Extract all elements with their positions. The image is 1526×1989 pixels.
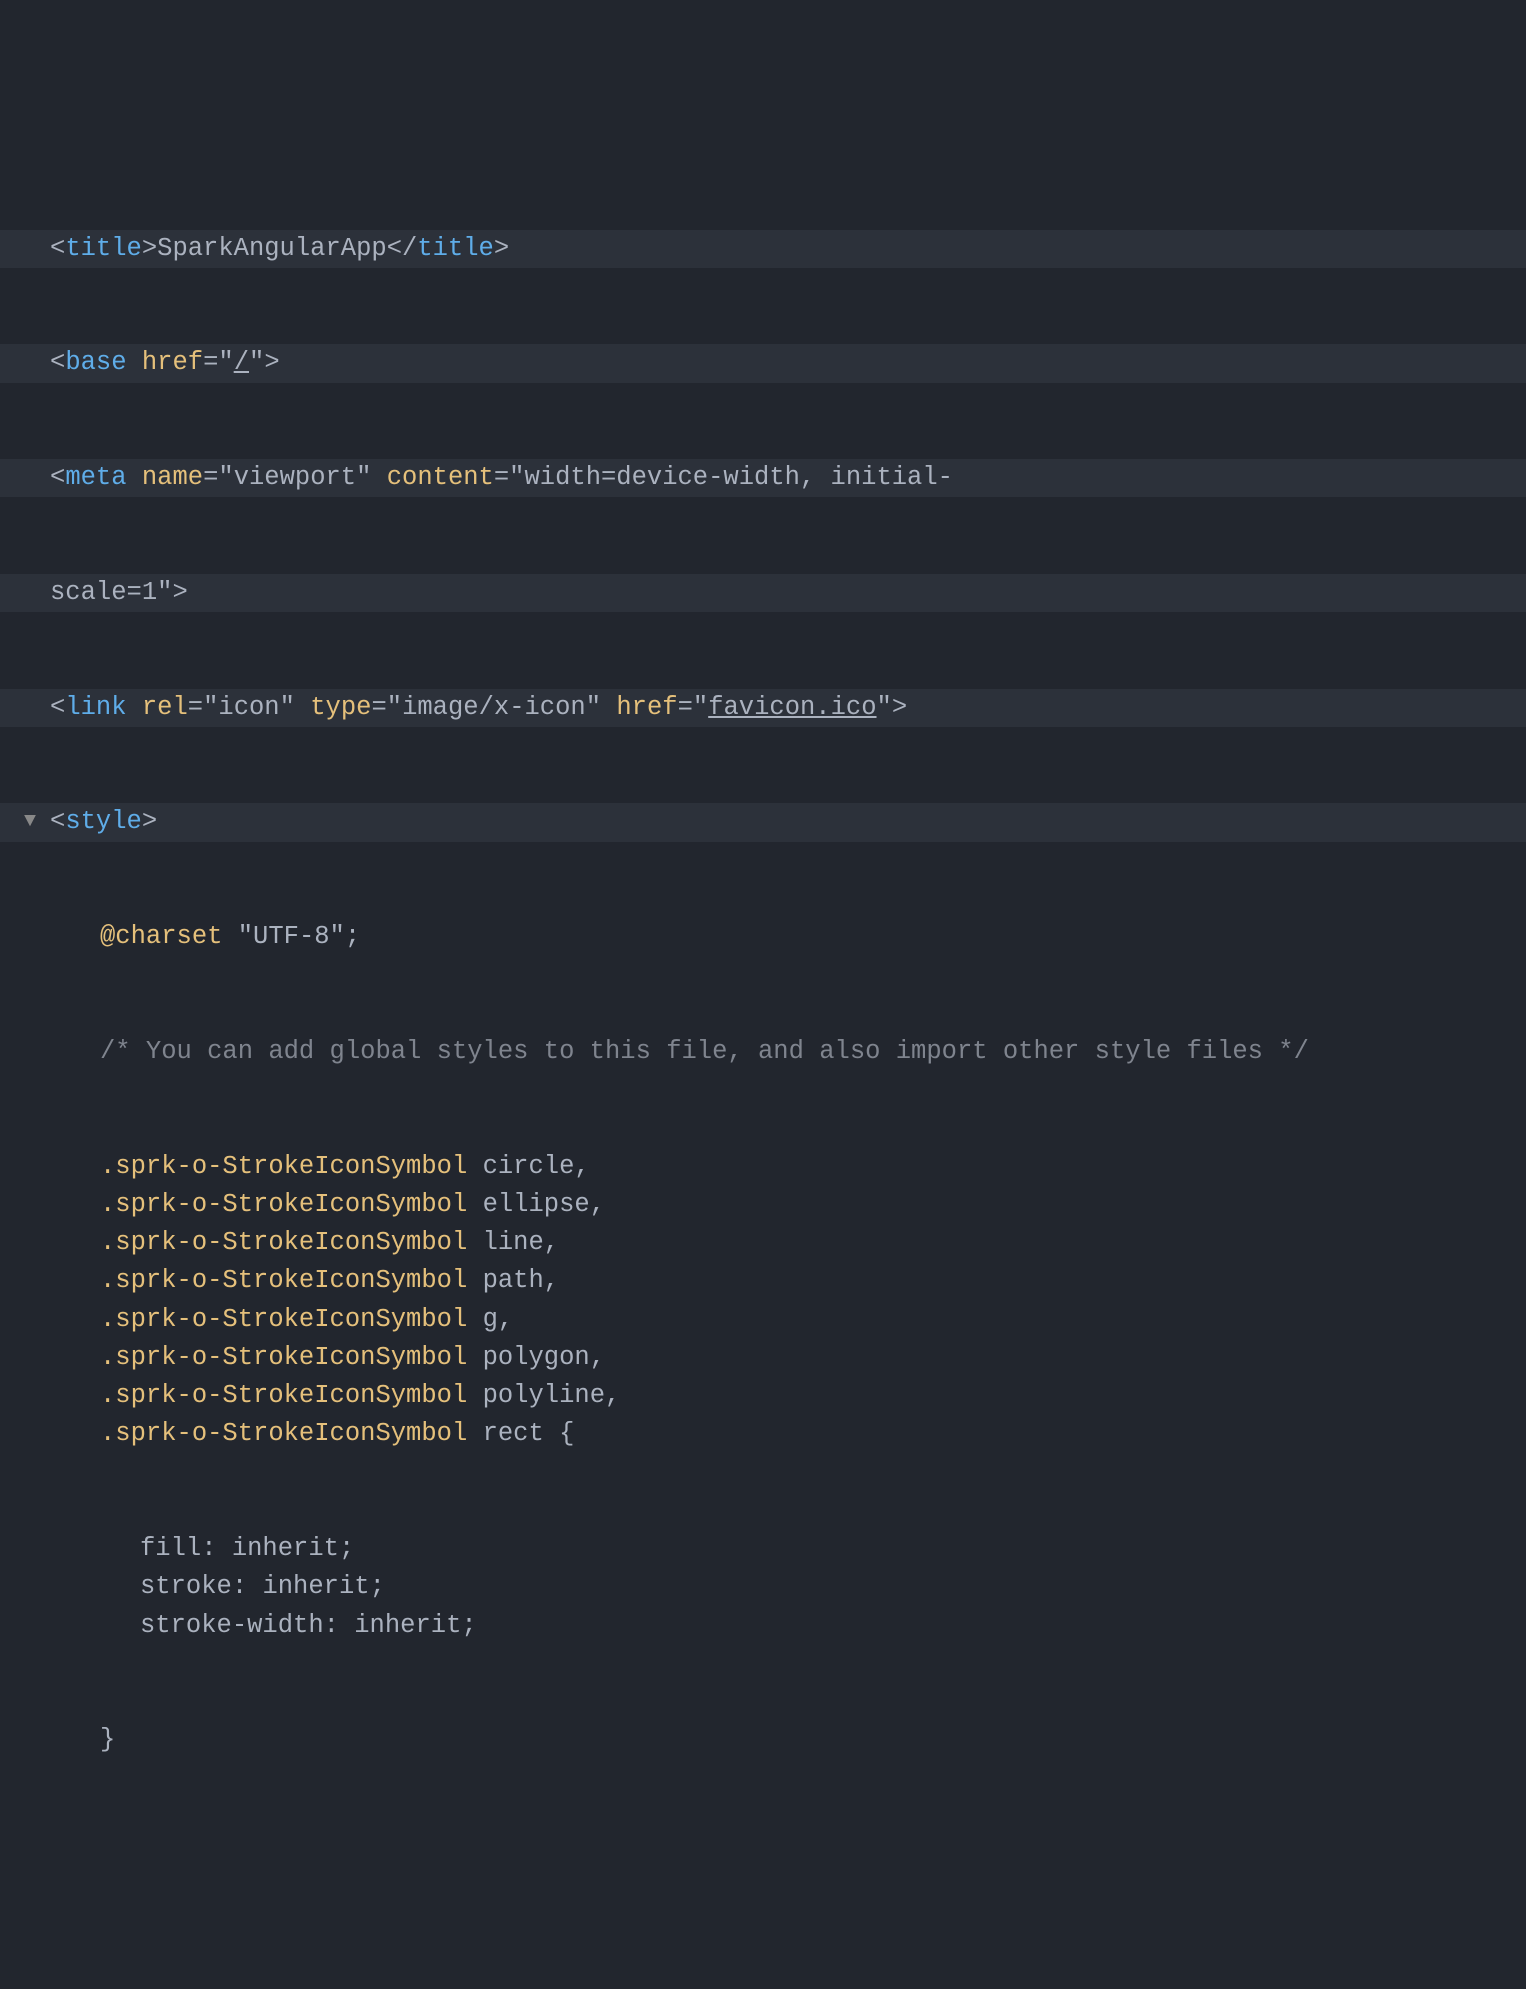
tag-base: base: [65, 348, 126, 377]
css-selector-class: .sprk-o-StrokeIconSymbol: [100, 1266, 467, 1295]
code-line[interactable]: <link rel="icon" type="image/x-icon" hre…: [0, 689, 1526, 727]
css-atrule-value: "UTF-8": [238, 922, 345, 951]
attr-href-value: /: [234, 348, 249, 377]
css-property: stroke: [140, 1572, 232, 1601]
css-selector-element: circle: [483, 1152, 575, 1181]
css-selector-trail: ,: [574, 1152, 589, 1181]
css-selector-class: .sprk-o-StrokeIconSymbol: [100, 1419, 467, 1448]
css-value: inherit: [354, 1611, 461, 1640]
css-selector-class: .sprk-o-StrokeIconSymbol: [100, 1152, 467, 1181]
css-selector-element: line: [483, 1228, 544, 1257]
css-selector-element: g: [483, 1305, 498, 1334]
css-selector-trail: ,: [498, 1305, 513, 1334]
css-selector-element: path: [483, 1266, 544, 1295]
attr-content-value-part2: scale=1: [50, 578, 157, 607]
attr-type: type: [310, 693, 371, 722]
code-line[interactable]: /* You can add global styles to this fil…: [0, 1033, 1526, 1071]
tag-meta: meta: [65, 463, 126, 492]
css-selector-class: .sprk-o-StrokeIconSymbol: [100, 1381, 467, 1410]
attr-type-value: image/x-icon: [402, 693, 586, 722]
title-text: SparkAngularApp: [157, 234, 387, 263]
code-line[interactable]: ▼<style>: [0, 803, 1526, 841]
css-value: inherit: [232, 1534, 339, 1563]
css-atrule: @charset: [100, 922, 222, 951]
code-line[interactable]: .sprk-o-StrokeIconSymbol polyline,: [0, 1377, 1526, 1415]
code-line[interactable]: }: [0, 1721, 1526, 1759]
code-line[interactable]: .sprk-o-StrokeIconSymbol polygon,: [0, 1339, 1526, 1377]
css-selector-trail: ,: [590, 1190, 605, 1219]
css-selector-trail: ,: [544, 1228, 559, 1257]
attr-content-value-part1: width=device-width, initial-: [524, 463, 952, 492]
css-selector-trail: ,: [605, 1381, 620, 1410]
attr-name: name: [142, 463, 203, 492]
code-line[interactable]: .sprk-o-StrokeIconSymbol rect {: [0, 1415, 1526, 1453]
css-selector-class: .sprk-o-StrokeIconSymbol: [100, 1228, 467, 1257]
attr-href: href: [142, 348, 203, 377]
attr-rel: rel: [142, 693, 188, 722]
code-line[interactable]: @charset "UTF-8";: [0, 918, 1526, 956]
code-line[interactable]: .sprk-o-StrokeIconSymbol ellipse,: [0, 1186, 1526, 1224]
code-line[interactable]: scale=1">: [0, 574, 1526, 612]
code-line[interactable]: .sprk-o-StrokeIconSymbol circle,: [0, 1148, 1526, 1186]
code-line[interactable]: stroke: inherit;: [0, 1568, 1526, 1606]
tag-link: link: [65, 693, 126, 722]
attr-rel-value: icon: [218, 693, 279, 722]
code-line[interactable]: stroke-width: inherit;: [0, 1607, 1526, 1645]
css-selector-class: .sprk-o-StrokeIconSymbol: [100, 1190, 467, 1219]
tag-title-close: title: [417, 234, 494, 263]
css-selector-class: .sprk-o-StrokeIconSymbol: [100, 1305, 467, 1334]
css-close-brace: }: [100, 1725, 115, 1754]
css-property: fill: [140, 1534, 201, 1563]
css-selector-element: polygon: [483, 1343, 590, 1372]
attr-content: content: [387, 463, 494, 492]
css-value: inherit: [262, 1572, 369, 1601]
tag-style: style: [65, 807, 142, 836]
code-editor[interactable]: <title>SparkAngularApp</title> <base hre…: [0, 153, 1526, 1798]
fold-triangle-icon[interactable]: ▼: [24, 807, 50, 837]
code-line[interactable]: <meta name="viewport" content="width=dev…: [0, 459, 1526, 497]
attr-name-value: viewport: [234, 463, 356, 492]
code-line[interactable]: <title>SparkAngularApp</title>: [0, 230, 1526, 268]
css-selector-class: .sprk-o-StrokeIconSymbol: [100, 1343, 467, 1372]
code-line[interactable]: .sprk-o-StrokeIconSymbol path,: [0, 1262, 1526, 1300]
code-line[interactable]: .sprk-o-StrokeIconSymbol g,: [0, 1301, 1526, 1339]
css-comment: /* You can add global styles to this fil…: [100, 1037, 1309, 1066]
code-line[interactable]: .sprk-o-StrokeIconSymbol line,: [0, 1224, 1526, 1262]
css-selector-element: polyline: [483, 1381, 605, 1410]
attr-href-value: favicon.ico: [708, 693, 876, 722]
code-line[interactable]: <base href="/">: [0, 344, 1526, 382]
css-selector-element: rect: [483, 1419, 544, 1448]
css-selector-element: ellipse: [483, 1190, 590, 1219]
css-property: stroke-width: [140, 1611, 324, 1640]
tag-title-open: title: [65, 234, 142, 263]
css-selector-trail: {: [544, 1419, 575, 1448]
attr-href: href: [616, 693, 677, 722]
css-selector-trail: ,: [590, 1343, 605, 1372]
css-selector-trail: ,: [544, 1266, 559, 1295]
code-line[interactable]: fill: inherit;: [0, 1530, 1526, 1568]
